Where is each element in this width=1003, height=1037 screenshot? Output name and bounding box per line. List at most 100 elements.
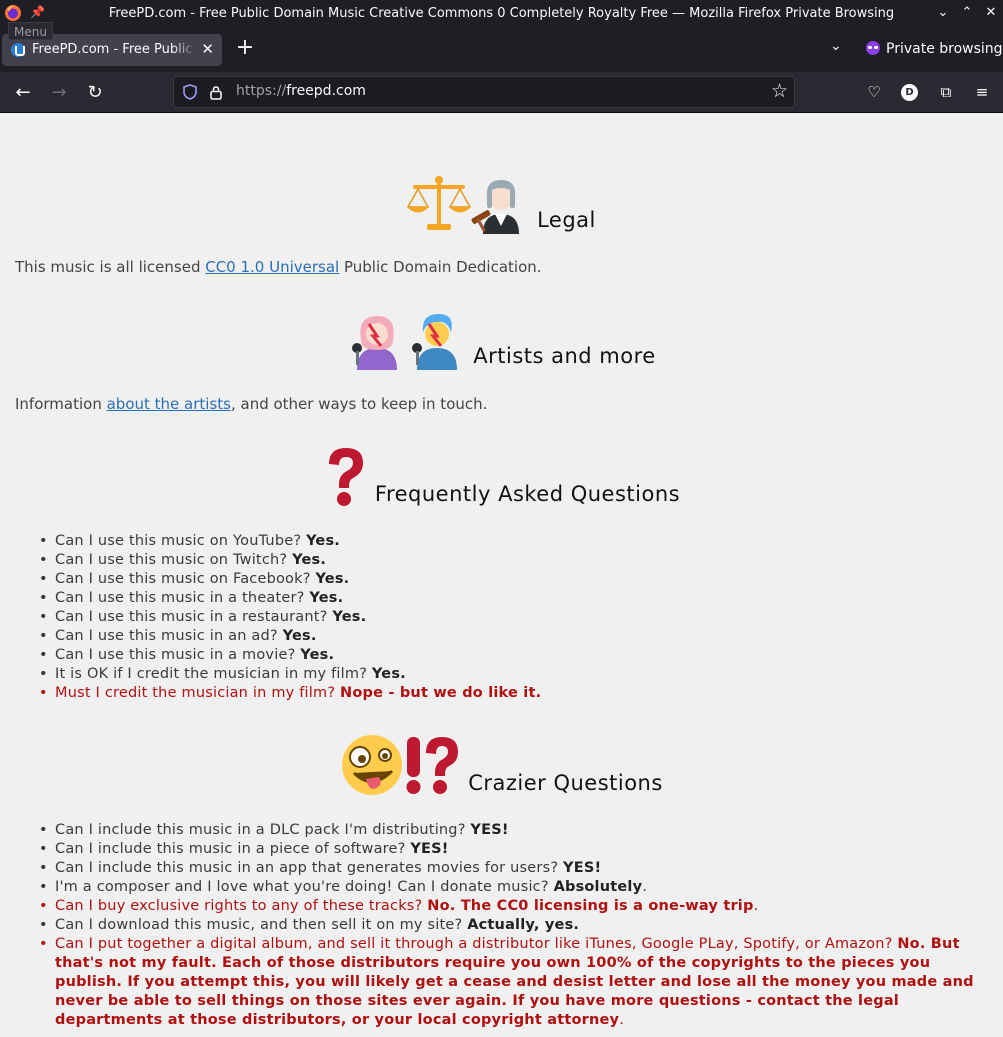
question-text: Can I buy exclusive rights to any of the…: [55, 898, 428, 914]
bookmark-star-icon[interactable]: ☆: [771, 80, 788, 102]
artists-heading: Artists and more: [0, 310, 1003, 370]
balance-scale-icon: [407, 176, 472, 230]
forward-button[interactable]: →: [47, 81, 71, 105]
about-artists-link[interactable]: about the artists: [107, 395, 231, 413]
faq-heading-text: Frequently Asked Questions: [374, 482, 681, 506]
question-item: Can I include this music in an app that …: [39, 859, 1003, 878]
question-text: Can I include this music in a DLC pack I…: [55, 822, 471, 838]
singer-icon: [412, 314, 458, 370]
exclamation-question-mark-icon: [406, 737, 459, 794]
tab-strip: FreePD.com - Free Public Domain Music Cr…: [0, 28, 1003, 72]
answer-text: Yes.: [309, 590, 344, 606]
question-item: Can I download this music, and then sell…: [39, 916, 1003, 935]
back-button[interactable]: ←: [11, 81, 35, 105]
faq-heading: Frequently Asked Questions: [0, 446, 1003, 508]
url-scheme: https://: [236, 83, 287, 99]
cc0-license-link[interactable]: CC0 1.0 Universal: [205, 258, 339, 276]
maximize-button[interactable]: ⌃: [958, 4, 976, 22]
answer-text: Yes.: [332, 609, 367, 625]
question-text: Can I use this music in an ad?: [55, 628, 283, 644]
question-item: Must I credit the musician in my film? N…: [39, 684, 1003, 703]
question-text: Can I use this music in a restaurant?: [55, 609, 333, 625]
question-item: Can I use this music in a restaurant? Ye…: [39, 608, 1003, 627]
answer-text: YES!: [470, 822, 509, 838]
close-tab-icon[interactable]: ✕: [201, 40, 214, 58]
pocket-icon[interactable]: ♡: [862, 80, 886, 104]
window-titlebar: 📌 FreePD.com - Free Public Domain Music …: [0, 0, 1003, 28]
zany-face-icon: [342, 735, 403, 795]
question-text: Can I use this music on YouTube?: [55, 533, 307, 549]
woman-singer-icon: [352, 316, 398, 370]
reload-button[interactable]: ↻: [83, 81, 107, 105]
legal-heading-text: Legal: [537, 208, 596, 232]
crazier-heading: Crazier Questions: [0, 733, 1003, 797]
answer-text: Absolutely: [553, 879, 643, 895]
address-bar[interactable]: https://freepd.com ☆: [173, 76, 795, 108]
artists-text-before: Information: [15, 395, 107, 413]
freepd-favicon-icon: [11, 43, 25, 57]
question-item: Can I buy exclusive rights to any of the…: [39, 897, 1003, 916]
question-item: Can I use this music in a theater? Yes.: [39, 589, 1003, 608]
list-all-tabs-icon[interactable]: ⌄: [830, 38, 842, 54]
answer-text: Yes.: [371, 666, 406, 682]
question-text: Can I use this music in a theater?: [55, 590, 310, 606]
question-text: It is OK if I credit the musician in my …: [55, 666, 372, 682]
question-text: Can I include this music in an app that …: [55, 860, 564, 876]
crazier-list: Can I include this music in a DLC pack I…: [0, 821, 1003, 1030]
menu-tooltip: Menu: [8, 22, 53, 40]
crazier-heading-text: Crazier Questions: [468, 771, 663, 795]
page-content: Legal This music is all licensed CC0 1.0…: [0, 113, 1003, 1037]
legal-heading: Legal: [0, 174, 1003, 234]
question-item: Can I use this music on Facebook? Yes.: [39, 570, 1003, 589]
judge-icon: [471, 180, 520, 234]
question-text: Can I use this music in a movie?: [55, 647, 301, 663]
answer-tail: .: [642, 879, 648, 895]
question-item: Can I use this music in a movie? Yes.: [39, 646, 1003, 665]
window-title: FreePD.com - Free Public Domain Music Cr…: [108, 6, 895, 21]
new-tab-button[interactable]: +: [233, 36, 257, 60]
question-text: Can I download this music, and then sell…: [55, 917, 468, 933]
private-browsing-label: Private browsing: [886, 41, 1003, 57]
answer-text: Yes.: [282, 628, 317, 644]
answer-text: Yes.: [292, 552, 327, 568]
private-browsing-indicator: Private browsing: [866, 41, 1003, 57]
question-text: I'm a composer and I love what you're do…: [55, 879, 554, 895]
extensions-puzzle-icon[interactable]: ⧉: [934, 80, 958, 104]
url-text: https://freepd.com: [236, 83, 366, 99]
answer-text: Yes.: [315, 571, 350, 587]
red-question-mark-icon: [328, 448, 363, 506]
artists-text-after: , and other ways to keep in touch.: [230, 395, 488, 413]
close-window-button[interactable]: ✕: [982, 4, 1000, 22]
tab-label: FreePD.com - Free Public Domain Music Cr…: [32, 42, 197, 57]
question-text: Can I use this music on Twitch?: [55, 552, 293, 568]
url-host: freepd.com: [286, 83, 366, 99]
question-item: I'm a composer and I love what you're do…: [39, 878, 1003, 897]
faq-list: Can I use this music on YouTube? Yes.Can…: [0, 532, 1003, 703]
private-mask-icon: [866, 41, 880, 55]
legal-text-after: Public Domain Dedication.: [339, 258, 542, 276]
minimize-button[interactable]: ⌄: [934, 4, 952, 22]
question-text: Can I include this music in a piece of s…: [55, 841, 411, 857]
hamburger-menu-icon[interactable]: ≡: [970, 80, 994, 104]
question-item: Can I include this music in a DLC pack I…: [39, 821, 1003, 840]
question-item: Can I put together a digital album, and …: [39, 935, 995, 1030]
legal-paragraph: This music is all licensed CC0 1.0 Unive…: [15, 258, 542, 276]
question-item: Can I include this music in a piece of s…: [39, 840, 1003, 859]
answer-text: Nope - but we do like it.: [340, 685, 542, 701]
account-avatar[interactable]: D: [901, 84, 918, 101]
navigation-toolbar: ← → ↻ https://freepd.com ☆ ♡ D ⧉ ≡: [0, 72, 1003, 113]
answer-text: YES!: [410, 841, 449, 857]
question-item: Can I use this music on Twitch? Yes.: [39, 551, 1003, 570]
tracking-protection-shield-icon[interactable]: [183, 84, 197, 100]
answer-tail: .: [619, 1012, 624, 1028]
legal-text-before: This music is all licensed: [15, 258, 206, 276]
answer-tail: .: [753, 898, 759, 914]
artists-paragraph: Information about the artists, and other…: [15, 395, 487, 413]
question-text: Can I use this music on Facebook?: [55, 571, 316, 587]
question-item: It is OK if I credit the musician in my …: [39, 665, 1003, 684]
answer-text: Yes.: [306, 533, 341, 549]
question-text: Must I credit the musician in my film?: [55, 685, 341, 701]
answer-text: Yes.: [300, 647, 335, 663]
lock-icon[interactable]: [209, 85, 223, 100]
answer-text: Actually, yes.: [467, 917, 580, 933]
